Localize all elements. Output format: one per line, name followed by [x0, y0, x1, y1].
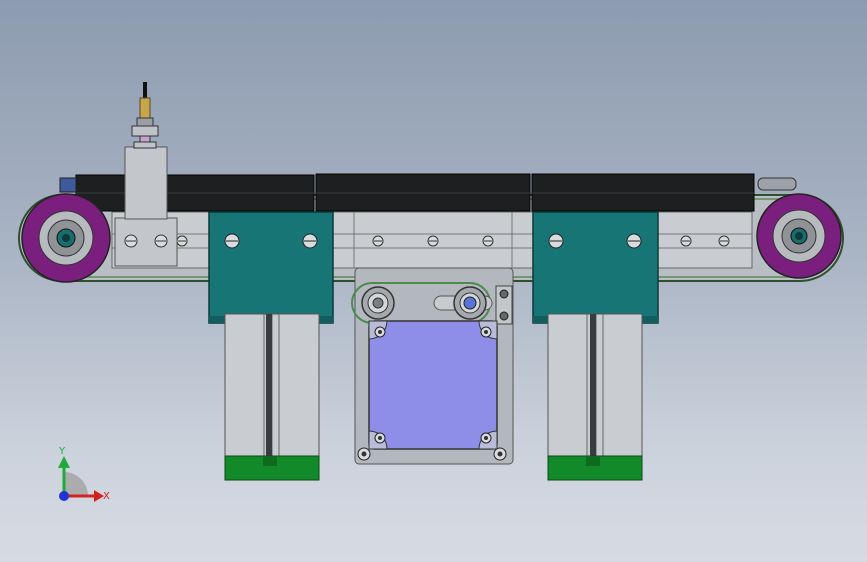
left-idler-pulley	[361, 286, 395, 320]
right-idler-pulley	[453, 286, 487, 320]
cad-viewport[interactable]: Y X	[0, 0, 867, 562]
right-pulley	[756, 193, 842, 279]
top-belt-segments	[59, 173, 797, 212]
x-axis-label: X	[103, 491, 110, 502]
left-pulley	[21, 193, 111, 283]
right-cylinder	[547, 313, 643, 481]
z-axis-dot	[59, 491, 69, 501]
left-teal-block	[208, 211, 334, 324]
y-axis-label: Y	[58, 446, 66, 457]
left-cylinder	[224, 313, 320, 481]
tensioner-block	[495, 285, 513, 325]
proximity-sensor	[131, 82, 159, 149]
right-teal-block	[532, 211, 659, 324]
conveyor-assembly-drawing: Y X	[18, 82, 844, 502]
coordinate-triad[interactable]: Y X	[58, 446, 110, 502]
stepper-motor-plate	[368, 320, 498, 450]
